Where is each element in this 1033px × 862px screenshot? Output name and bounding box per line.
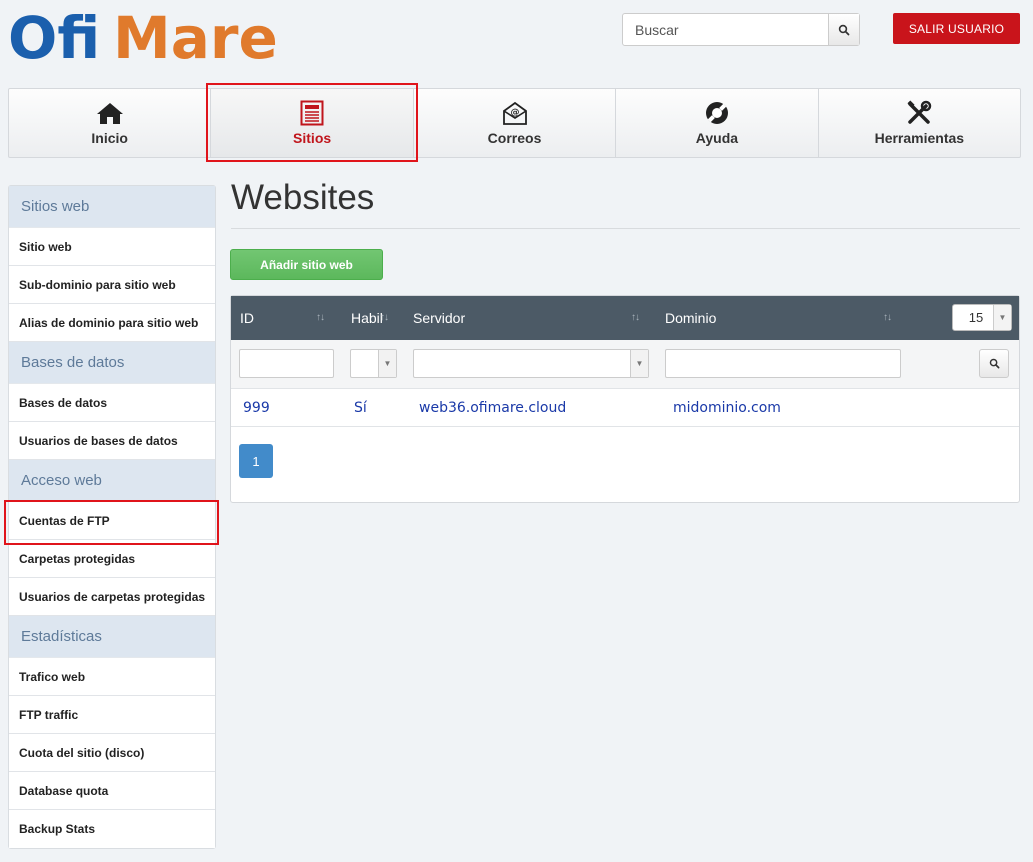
column-label-servidor: Servidor xyxy=(413,310,466,326)
sidebar-item-trafico-web[interactable]: Trafico web xyxy=(9,658,215,696)
filter-row: ▼ ▼ xyxy=(231,340,1019,389)
sidebar-item-ftp-traffic[interactable]: FTP traffic xyxy=(9,696,215,734)
websites-table-panel: ID ↑↓ Habil ↑↓ Servidor ↑↓ Dominio ↑↓ 15… xyxy=(230,295,1020,503)
sidebar-item-sitio-web[interactable]: Sitio web xyxy=(9,228,215,266)
table-header: ID ↑↓ Habil ↑↓ Servidor ↑↓ Dominio ↑↓ 15… xyxy=(231,296,1019,340)
sort-icon[interactable]: ↑↓ xyxy=(631,312,640,323)
sidebar-item-sub-dominio[interactable]: Sub-dominio para sitio web xyxy=(9,266,215,304)
column-label-id: ID xyxy=(240,310,254,326)
cell-id[interactable]: 999 xyxy=(243,389,270,427)
nav-item-sitios[interactable]: Sitios xyxy=(211,89,414,157)
nav-item-herramientas[interactable]: Herramientas xyxy=(819,89,1020,157)
title-divider xyxy=(231,228,1020,229)
chevron-down-icon: ▼ xyxy=(630,350,648,377)
pagination-page-1[interactable]: 1 xyxy=(239,444,273,478)
sidebar-item-carpetas-protegidas[interactable]: Carpetas protegidas xyxy=(9,540,215,578)
cell-enabled[interactable]: Sí xyxy=(354,389,367,427)
svg-text:@: @ xyxy=(510,108,519,118)
sort-icon[interactable]: ↑↓ xyxy=(316,312,325,323)
filter-dominio-input[interactable] xyxy=(665,349,901,378)
nav-label-correos: Correos xyxy=(487,130,542,146)
search-box xyxy=(622,13,860,46)
filter-search-button[interactable] xyxy=(979,349,1009,378)
envelope-icon: @ xyxy=(502,101,527,125)
column-header-habil[interactable]: Habil xyxy=(351,296,396,340)
sidebar: Sitios web Sitio web Sub-dominio para si… xyxy=(8,185,216,849)
search-icon xyxy=(989,358,999,369)
logout-button[interactable]: SALIR USUARIO xyxy=(893,13,1020,44)
sidebar-item-usuarios-bases-datos[interactable]: Usuarios de bases de datos xyxy=(9,422,215,460)
add-website-button[interactable]: Añadir sitio web xyxy=(230,249,383,280)
chevron-down-icon: ▼ xyxy=(378,350,396,377)
nav-item-correos[interactable]: @ Correos xyxy=(414,89,617,157)
sidebar-item-cuota-sitio[interactable]: Cuota del sitio (disco) xyxy=(9,734,215,772)
page-size-select[interactable]: 15 ▼ xyxy=(952,304,1012,331)
sidebar-item-cuentas-ftp[interactable]: Cuentas de FTP xyxy=(9,502,215,540)
sidebar-item-database-quota[interactable]: Database quota xyxy=(9,772,215,810)
sidebar-item-bases-de-datos[interactable]: Bases de datos xyxy=(9,384,215,422)
chevron-down-icon: ▼ xyxy=(993,305,1011,330)
lifebuoy-icon xyxy=(705,102,728,124)
column-label-dominio: Dominio xyxy=(665,310,717,326)
sort-icon[interactable]: ↑↓ xyxy=(883,312,892,323)
cell-domain[interactable]: midominio.com xyxy=(673,389,781,427)
filter-servidor-select[interactable]: ▼ xyxy=(413,349,649,378)
logo-text-mare: Mare xyxy=(113,4,278,66)
filter-habil-select[interactable]: ▼ xyxy=(350,349,397,378)
sidebar-section-acceso-web: Acceso web xyxy=(9,460,215,502)
sidebar-section-sitios-web: Sitios web xyxy=(9,186,215,228)
cell-server[interactable]: web36.ofimare.cloud xyxy=(419,389,566,427)
sidebar-item-backup-stats[interactable]: Backup Stats xyxy=(9,810,215,848)
page-title: Websites xyxy=(231,178,375,217)
search-input[interactable] xyxy=(623,14,828,45)
filter-id-input[interactable] xyxy=(239,349,334,378)
newspaper-icon xyxy=(300,100,324,126)
search-button[interactable] xyxy=(828,14,859,45)
tools-icon xyxy=(907,100,932,124)
home-icon xyxy=(96,103,123,124)
nav-label-herramientas: Herramientas xyxy=(874,130,965,146)
nav-label-sitios: Sitios xyxy=(293,130,332,146)
sidebar-item-usuarios-carpetas[interactable]: Usuarios de carpetas protegidas xyxy=(9,578,215,616)
nav-label-ayuda: Ayuda xyxy=(695,130,739,146)
sidebar-item-alias-dominio[interactable]: Alias de dominio para sitio web xyxy=(9,304,215,342)
sidebar-section-bases-de-datos: Bases de datos xyxy=(9,342,215,384)
sort-icon[interactable]: ↑↓ xyxy=(380,312,389,323)
page-size-value: 15 xyxy=(968,310,984,325)
main-nav: Inicio Sitios @ Correos Ayuda Herramient… xyxy=(8,88,1021,158)
logo-text-ofi: Ofi xyxy=(8,4,100,66)
nav-label-inicio: Inicio xyxy=(91,130,128,146)
nav-item-inicio[interactable]: Inicio xyxy=(9,89,212,157)
column-header-dominio[interactable]: Dominio xyxy=(665,296,895,340)
nav-item-ayuda[interactable]: Ayuda xyxy=(616,89,819,157)
sidebar-section-estadisticas: Estadísticas xyxy=(9,616,215,658)
column-label-habil: Habil xyxy=(351,310,383,326)
table-row[interactable]: 999 Sí web36.ofimare.cloud midominio.com xyxy=(231,389,1019,427)
column-header-servidor[interactable]: Servidor xyxy=(413,296,643,340)
ofimare-logo[interactable]: Ofi Mare xyxy=(8,4,278,72)
search-icon xyxy=(838,24,850,35)
